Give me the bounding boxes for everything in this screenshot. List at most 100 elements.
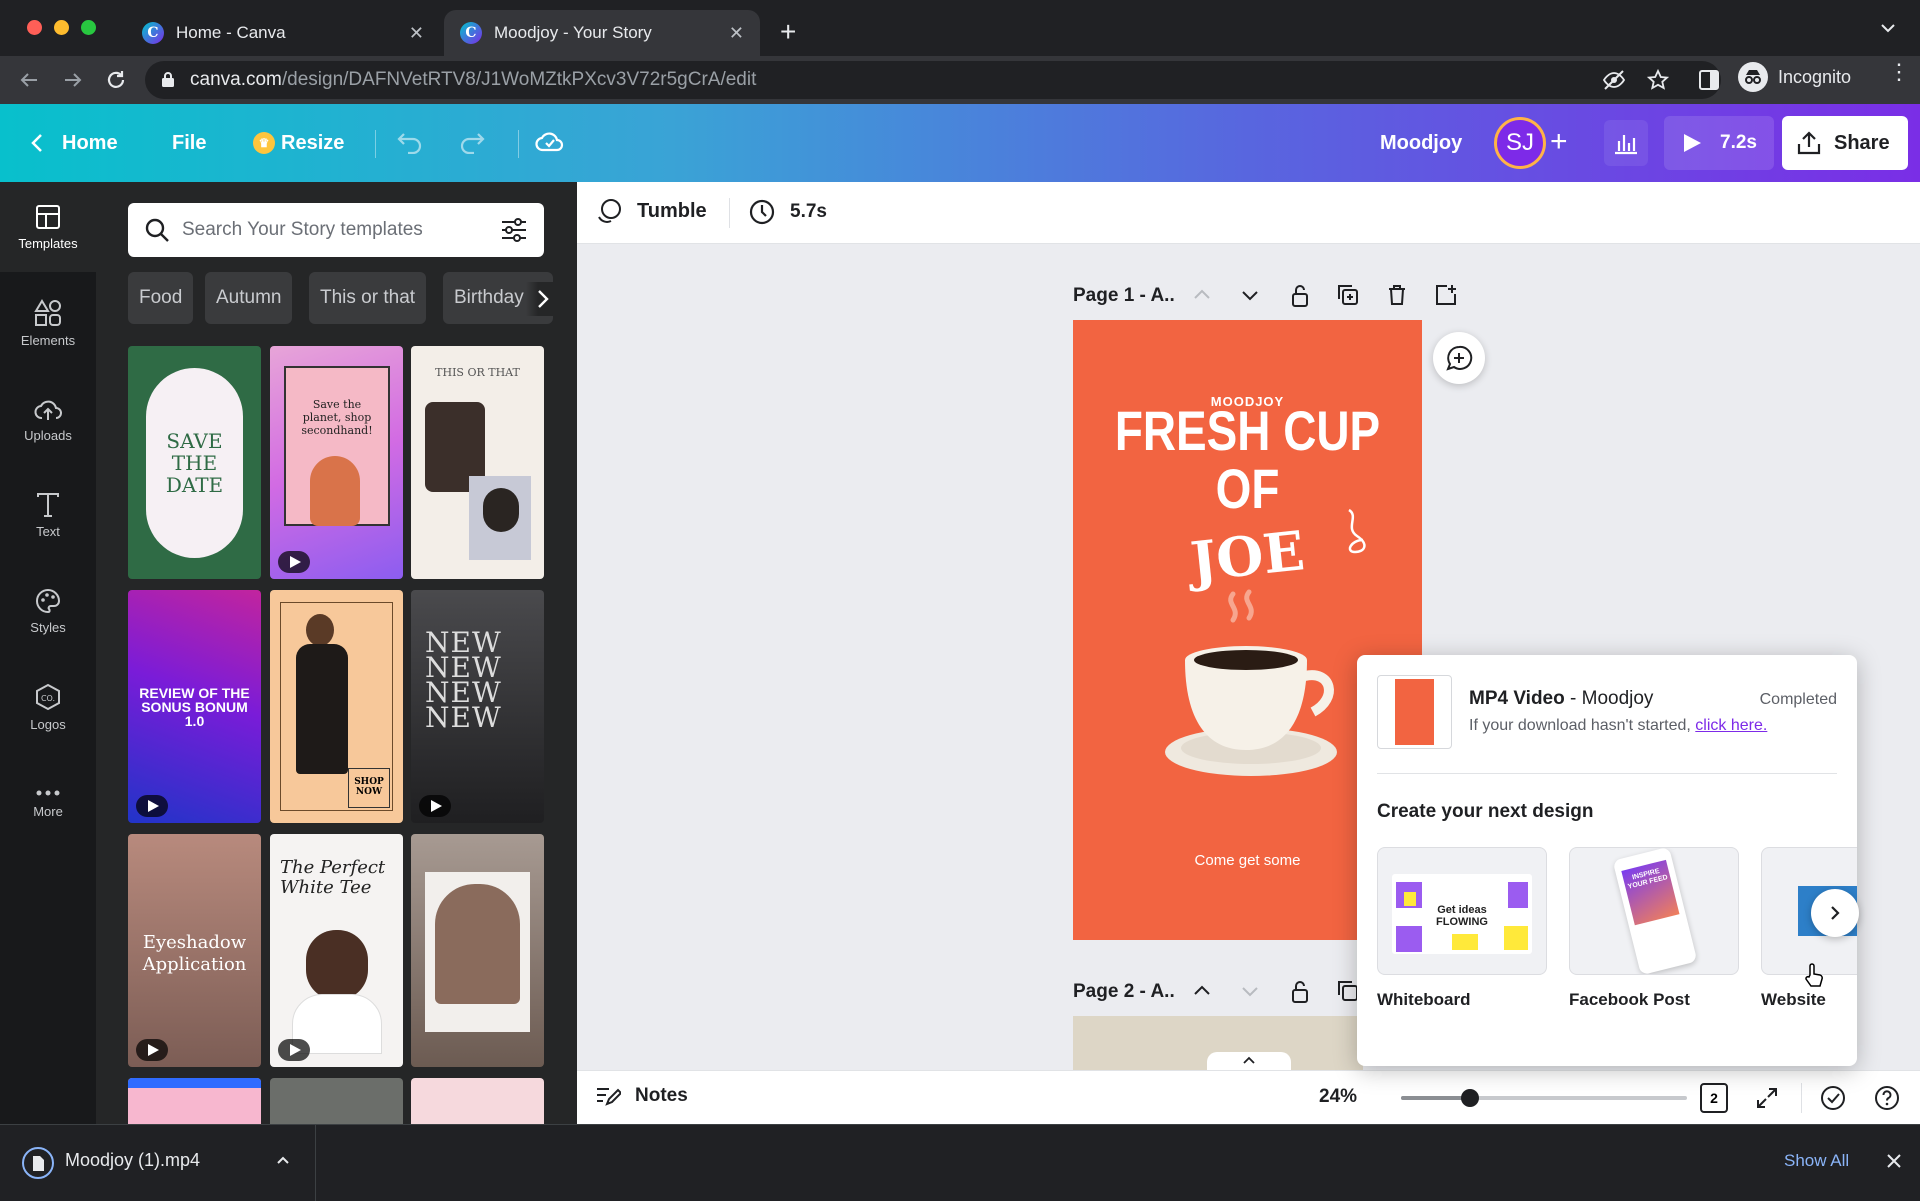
zoom-percent[interactable]: 24% [1319, 1086, 1357, 1108]
video-play-icon [419, 795, 451, 817]
upload-share-icon [1797, 131, 1821, 155]
move-page-up-icon[interactable] [1193, 288, 1211, 300]
expand-pages-tab[interactable] [1207, 1052, 1291, 1070]
window-close-button[interactable] [27, 20, 42, 35]
close-tab-icon[interactable]: ✕ [409, 23, 424, 44]
template-thumbnail[interactable]: Save the planet, shop secondhand! [270, 346, 403, 579]
close-downloads-icon[interactable] [1886, 1153, 1902, 1169]
divider [518, 130, 519, 158]
unlock-icon[interactable] [1291, 980, 1309, 1004]
rail-item-logos[interactable]: CO. Logos [0, 662, 96, 752]
template-thumbnail[interactable] [411, 834, 544, 1067]
design-card-facebook-post[interactable]: INSPIRE YOUR FEED [1569, 847, 1739, 975]
template-thumbnail[interactable] [411, 1078, 544, 1124]
page-title[interactable]: Page 1 - A.. [1073, 285, 1175, 307]
window-maximize-button[interactable] [81, 20, 96, 35]
download-filename: Moodjoy (1).mp4 [65, 1150, 201, 1170]
template-search-input[interactable]: Search Your Story templates [128, 203, 544, 257]
template-thumbnail[interactable]: REVIEW OF THE SONUS BONUM 1.0 [128, 590, 261, 823]
rail-item-elements[interactable]: Elements [0, 278, 96, 368]
unlock-icon[interactable] [1291, 284, 1309, 308]
divider [729, 198, 730, 228]
add-comment-button[interactable] [1433, 332, 1485, 384]
browser-tab-home[interactable]: C Home - Canva ✕ [126, 10, 440, 56]
design-card-whiteboard[interactable]: Get ideas FLOWING [1377, 847, 1547, 975]
file-menu-button[interactable]: File [172, 104, 206, 182]
help-icon[interactable] [1873, 1084, 1901, 1112]
steam-icon [1228, 589, 1254, 623]
present-play-button[interactable]: 7.2s [1664, 116, 1774, 170]
page-count-button[interactable]: 2 [1700, 1083, 1728, 1113]
next-cards-button[interactable] [1811, 889, 1859, 937]
template-thumbnail[interactable]: SHOP NOW [270, 590, 403, 823]
download-options-chevron-icon[interactable] [276, 1155, 290, 1165]
reload-icon[interactable] [104, 68, 128, 92]
rail-item-styles[interactable]: Styles [0, 566, 96, 656]
template-thumbnail[interactable] [128, 1078, 261, 1124]
close-tab-icon[interactable]: ✕ [729, 23, 744, 44]
resize-button[interactable]: ♛ Resize [253, 104, 344, 182]
zoom-slider-handle[interactable] [1460, 1089, 1479, 1107]
template-thumbnail[interactable]: Eyeshadow Application [128, 834, 261, 1067]
template-thumbnail[interactable]: THIS OR THAT [411, 346, 544, 579]
incognito-indicator[interactable]: Incognito [1738, 62, 1851, 92]
filter-sliders-icon[interactable] [500, 218, 528, 242]
address-bar[interactable]: canva.com/design/DAFNVetRTV8/J1WoMZtkPXc… [145, 61, 1721, 99]
add-page-icon[interactable] [1435, 284, 1457, 306]
fullscreen-icon[interactable] [1755, 1086, 1779, 1110]
window-minimize-button[interactable] [54, 20, 69, 35]
rail-item-templates[interactable]: Templates [0, 182, 96, 272]
avatar[interactable]: SJ [1494, 117, 1546, 169]
forward-arrow-icon[interactable] [62, 69, 84, 91]
chip-this-or-that[interactable]: This or that [309, 272, 427, 324]
side-panel-icon[interactable] [1699, 70, 1719, 90]
notes-button[interactable]: Notes [595, 1084, 688, 1108]
insights-button[interactable] [1604, 120, 1648, 166]
tracking-eye-off-icon[interactable] [1602, 69, 1626, 91]
page-title[interactable]: Page 2 - A.. [1073, 981, 1175, 1003]
download-item[interactable]: Moodjoy (1).mp4 [0, 1125, 316, 1201]
download-complete-popup: MP4 Video - Moodjoy Completed If your do… [1357, 655, 1859, 1066]
tab-search-chevron-icon[interactable] [1880, 22, 1896, 34]
share-button[interactable]: Share [1782, 116, 1908, 170]
rail-item-text[interactable]: Text [0, 470, 96, 560]
animation-button[interactable]: Tumble [595, 197, 707, 225]
redo-icon[interactable] [458, 130, 486, 154]
check-circle-icon[interactable] [1819, 1084, 1847, 1112]
delete-page-icon[interactable] [1387, 284, 1407, 306]
duplicate-page-icon[interactable] [1337, 284, 1359, 306]
template-thumbnail[interactable]: NEW NEW NEW NEW [411, 590, 544, 823]
bookmark-star-icon[interactable] [1647, 69, 1669, 91]
duplicate-page-icon[interactable] [1337, 980, 1359, 1002]
tab-title: Moodjoy - Your Story [494, 23, 652, 42]
more-dots-icon [36, 790, 60, 795]
home-button[interactable]: Home [30, 104, 118, 182]
chip-food[interactable]: Food [128, 272, 194, 324]
zoom-slider[interactable] [1401, 1089, 1687, 1107]
move-page-up-icon[interactable] [1193, 984, 1211, 996]
cloud-saved-icon[interactable] [535, 129, 565, 155]
incognito-label: Incognito [1778, 66, 1852, 87]
template-thumbnail[interactable]: SAVE THE DATE [128, 346, 261, 579]
browser-menu-icon[interactable]: ⋮ [1888, 61, 1910, 83]
show-all-downloads-link[interactable]: Show All [1784, 1151, 1849, 1171]
move-page-down-icon[interactable] [1241, 986, 1259, 998]
click-here-link[interactable]: click here. [1695, 717, 1767, 734]
add-collaborator-icon[interactable]: + [1550, 124, 1568, 160]
chip-autumn[interactable]: Autumn [205, 272, 293, 324]
hand-cursor-icon [1803, 963, 1825, 989]
duration-button[interactable]: 5.7s [748, 198, 827, 226]
design-headline-line1[interactable]: FRESH CUP [1104, 402, 1390, 460]
undo-icon[interactable] [396, 130, 424, 154]
rail-item-uploads[interactable]: Uploads [0, 374, 96, 464]
template-thumbnail[interactable] [270, 1078, 403, 1124]
template-thumbnail[interactable]: The Perfect White Tee [270, 834, 403, 1067]
chips-scroll-right-icon[interactable] [526, 282, 556, 316]
rail-item-more[interactable]: More [0, 758, 96, 848]
browser-tab-active[interactable]: C Moodjoy - Your Story ✕ [444, 10, 760, 56]
move-page-down-icon[interactable] [1241, 290, 1259, 302]
project-name[interactable]: Moodjoy [1380, 104, 1462, 182]
new-tab-icon[interactable]: + [780, 18, 796, 46]
back-arrow-icon[interactable] [18, 69, 40, 91]
animation-label: Tumble [637, 199, 707, 222]
